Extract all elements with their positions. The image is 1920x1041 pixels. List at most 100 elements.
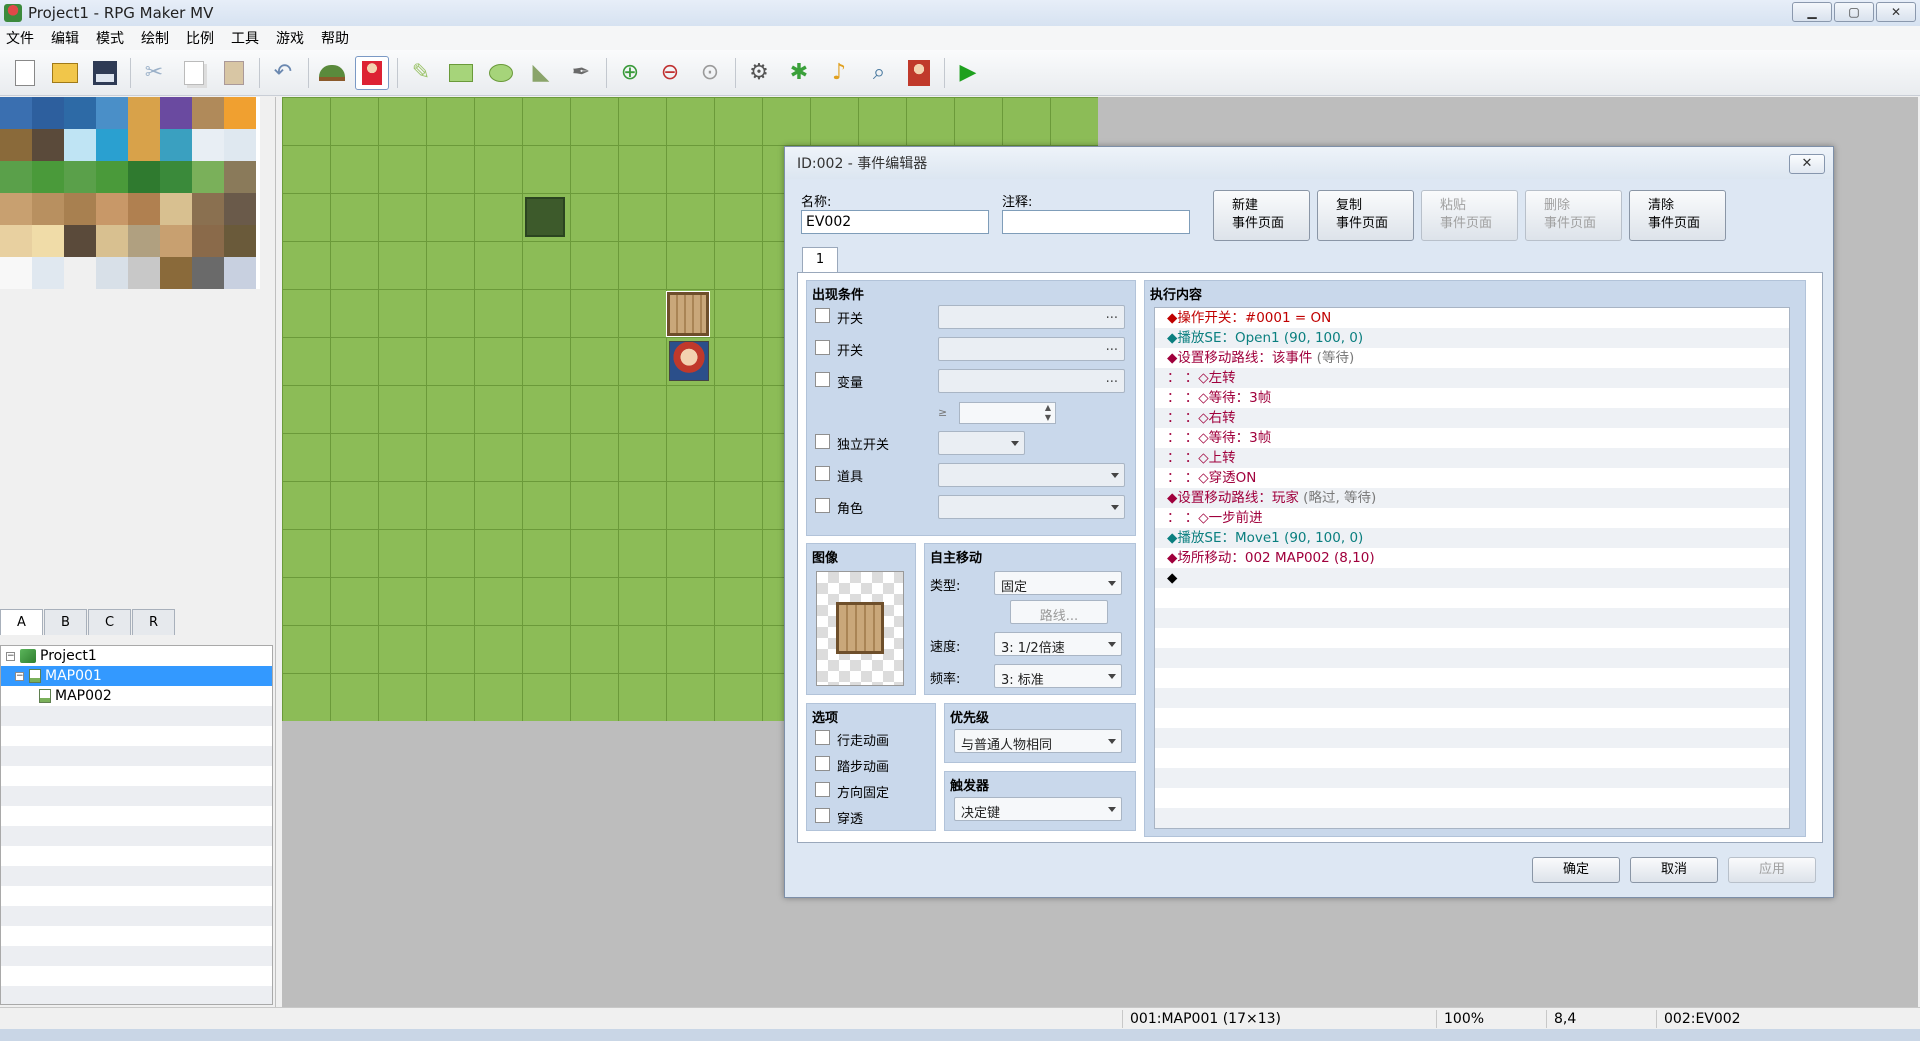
direction-fix-checkbox[interactable]	[815, 782, 830, 797]
tile-swatch[interactable]	[224, 97, 256, 129]
switch2-checkbox[interactable]	[815, 340, 830, 355]
event-note-input[interactable]	[1002, 210, 1190, 234]
tile-swatch[interactable]	[0, 97, 32, 129]
tile-swatch[interactable]	[96, 257, 128, 289]
tileset-tab-c[interactable]: C	[88, 609, 131, 635]
command-row[interactable]: ： ：◇上转	[1155, 448, 1789, 468]
paste-icon[interactable]	[217, 56, 251, 90]
menu-game[interactable]: 游戏	[276, 28, 304, 48]
tile-swatch[interactable]	[0, 161, 32, 193]
through-checkbox[interactable]	[815, 808, 830, 823]
tile-swatch[interactable]	[128, 193, 160, 225]
event-mode-icon[interactable]	[355, 55, 389, 90]
open-project-icon[interactable]	[48, 56, 82, 90]
tile-swatch[interactable]	[160, 193, 192, 225]
tile-swatch[interactable]	[192, 161, 224, 193]
save-project-icon[interactable]	[88, 56, 122, 90]
tile-swatch[interactable]	[96, 97, 128, 129]
command-row[interactable]: ： ：◇右转	[1155, 408, 1789, 428]
zoom-in-icon[interactable]: ⊕	[613, 56, 647, 90]
new-project-icon[interactable]	[8, 56, 42, 90]
command-row[interactable]: ◆播放SE：Move1 (90, 100, 0)	[1155, 528, 1789, 548]
tile-swatch[interactable]	[64, 225, 96, 257]
switch2-select[interactable]: ...	[938, 337, 1125, 361]
menu-help[interactable]: 帮助	[321, 28, 349, 48]
tile-swatch[interactable]	[64, 193, 96, 225]
paste-page-button[interactable]: 粘贴 事件页面	[1421, 190, 1518, 241]
tile-swatch[interactable]	[0, 129, 32, 161]
tile-swatch[interactable]	[96, 161, 128, 193]
actor-checkbox[interactable]	[815, 498, 830, 513]
tile-swatch[interactable]	[192, 225, 224, 257]
ok-button[interactable]: 确定	[1532, 857, 1620, 883]
command-row[interactable]: ◆操作开关：#0001 = ON	[1155, 308, 1789, 328]
undo-icon[interactable]: ↶	[266, 56, 300, 90]
pencil-icon[interactable]: ✎	[404, 56, 438, 90]
collapse-icon[interactable]: −	[6, 651, 15, 661]
clear-page-button[interactable]: 清除 事件页面	[1629, 190, 1726, 241]
tile-swatch[interactable]	[224, 129, 256, 161]
menu-tools[interactable]: 工具	[231, 28, 259, 48]
tree-item-project[interactable]: − Project1	[1, 646, 272, 666]
command-row[interactable]: ： ：◇穿透ON	[1155, 468, 1789, 488]
tile-swatch[interactable]	[224, 193, 256, 225]
maximize-button[interactable]: ▢	[1834, 2, 1874, 22]
tile-swatch[interactable]	[96, 225, 128, 257]
page-tab-1[interactable]: 1	[802, 247, 838, 273]
command-row[interactable]: ◆设置移动路线：玩家 (略过, 等待)	[1155, 488, 1789, 508]
self-switch-checkbox[interactable]	[815, 434, 830, 449]
variable-checkbox[interactable]	[815, 372, 830, 387]
self-switch-select[interactable]	[938, 431, 1025, 455]
tile-swatch[interactable]	[224, 161, 256, 193]
copy-page-button[interactable]: 复制 事件页面	[1317, 190, 1414, 241]
item-checkbox[interactable]	[815, 466, 830, 481]
command-row[interactable]: ： ：◇等待：3帧	[1155, 428, 1789, 448]
actor-select[interactable]	[938, 495, 1125, 519]
tile-swatch[interactable]	[160, 225, 192, 257]
zoom-actual-icon[interactable]: ⊙	[693, 56, 727, 90]
menu-scale[interactable]: 比例	[186, 28, 214, 48]
command-row[interactable]: ◆设置移动路线：该事件 (等待)	[1155, 348, 1789, 368]
character-generator-icon[interactable]	[902, 56, 936, 90]
tree-item-map002[interactable]: MAP002	[1, 686, 272, 706]
command-row[interactable]: ： ：◇等待：3帧	[1155, 388, 1789, 408]
tile-swatch[interactable]	[0, 257, 32, 289]
collapse-icon[interactable]: −	[15, 671, 24, 681]
new-page-button[interactable]: 新建 事件页面	[1213, 190, 1310, 241]
tileset-palette[interactable]	[0, 97, 260, 289]
map-mode-icon[interactable]	[315, 56, 349, 90]
walking-anim-checkbox[interactable]	[815, 730, 830, 745]
command-list[interactable]: ◆操作开关：#0001 = ON ◆播放SE：Open1 (90, 100, 0)…	[1154, 307, 1790, 829]
tile-swatch[interactable]	[32, 225, 64, 257]
command-row[interactable]: ： ：◇一步前进	[1155, 508, 1789, 528]
tile-swatch[interactable]	[0, 225, 32, 257]
close-window-button[interactable]: ✕	[1876, 2, 1916, 22]
event-image-preview[interactable]	[816, 571, 904, 686]
frequency-select[interactable]: 3: 标准	[994, 664, 1122, 688]
tile-swatch[interactable]	[160, 257, 192, 289]
priority-select[interactable]: 与普通人物相同	[954, 729, 1122, 753]
command-row[interactable]: ◆	[1155, 568, 1789, 588]
plugin-manager-icon[interactable]: ✱	[782, 56, 816, 90]
delete-page-button[interactable]: 删除 事件页面	[1525, 190, 1622, 241]
copy-icon[interactable]	[177, 56, 211, 90]
tile-swatch[interactable]	[128, 257, 160, 289]
tile-swatch[interactable]	[192, 97, 224, 129]
tile-swatch[interactable]	[32, 161, 64, 193]
command-row[interactable]: ◆播放SE：Open1 (90, 100, 0)	[1155, 328, 1789, 348]
variable-value-stepper[interactable]: ▲ ▼	[959, 402, 1056, 424]
door-event[interactable]	[666, 291, 710, 337]
event-searcher-icon[interactable]: ⌕	[862, 56, 896, 90]
menu-edit[interactable]: 编辑	[51, 28, 79, 48]
rectangle-icon[interactable]	[444, 56, 478, 90]
tile-swatch[interactable]	[160, 129, 192, 161]
tile-swatch[interactable]	[64, 129, 96, 161]
tile-swatch[interactable]	[224, 257, 256, 289]
item-select[interactable]	[938, 463, 1125, 487]
cut-icon[interactable]: ✂	[137, 56, 171, 90]
tile-swatch[interactable]	[64, 257, 96, 289]
tree-item-map001[interactable]: − MAP001	[1, 666, 272, 686]
movement-type-select[interactable]: 固定	[994, 571, 1122, 595]
tile-swatch[interactable]	[0, 193, 32, 225]
playtest-icon[interactable]: ▶	[951, 56, 985, 90]
